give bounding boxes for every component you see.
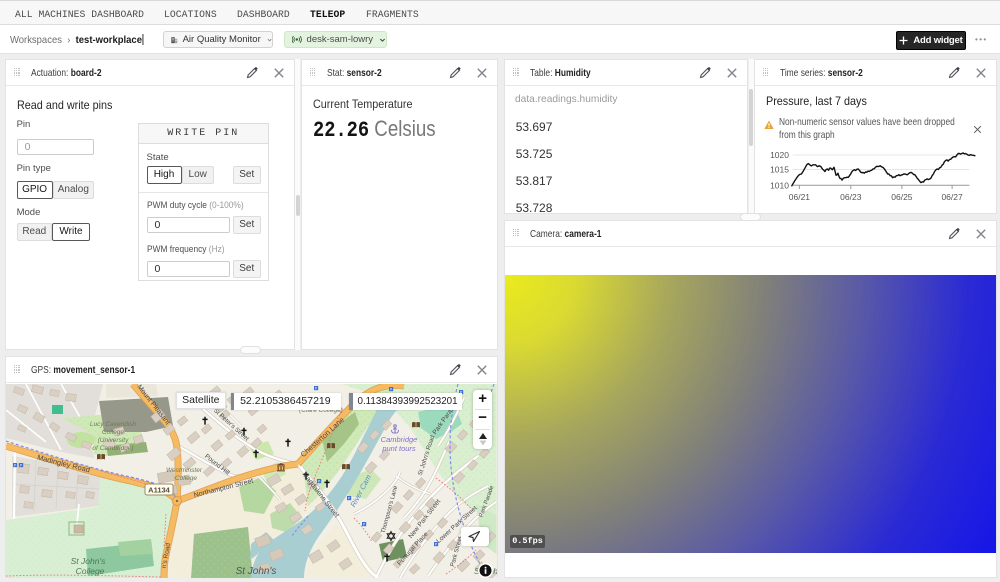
- svg-text:1015: 1015: [770, 165, 789, 175]
- svg-text:06/27: 06/27: [941, 192, 963, 202]
- svg-text:06/21: 06/21: [788, 192, 810, 202]
- svg-text:06/25: 06/25: [891, 192, 913, 202]
- svg-text:punt tours: punt tours: [381, 444, 416, 453]
- svg-text:of Cambridge): of Cambridge): [92, 445, 133, 452]
- svg-text:A1134: A1134: [148, 485, 171, 494]
- svg-text:College: College: [102, 429, 124, 436]
- svg-text:06/23: 06/23: [840, 192, 862, 202]
- svg-text:Westminster: Westminster: [166, 467, 203, 474]
- svg-text:Lucy Cavendish: Lucy Cavendish: [90, 421, 137, 428]
- svg-text:1020: 1020: [770, 150, 789, 160]
- svg-text:College: College: [76, 566, 105, 576]
- svg-text:College: College: [175, 475, 197, 482]
- svg-text:St John's: St John's: [71, 556, 106, 566]
- svg-text:St John's: St John's: [236, 566, 277, 577]
- svg-text:(University: (University: [98, 437, 129, 444]
- svg-text:1010: 1010: [770, 180, 789, 190]
- svg-text:Cambridge: Cambridge: [381, 435, 418, 444]
